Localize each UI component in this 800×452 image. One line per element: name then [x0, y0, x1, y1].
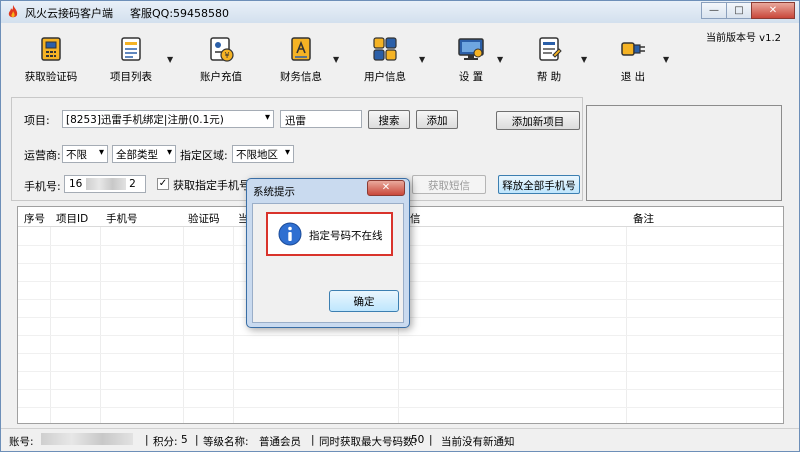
region-label: 指定区域: — [180, 149, 228, 162]
window-controls: — □ ✕ — [701, 2, 795, 19]
toolbar-finance[interactable]: 财务信息 — [261, 35, 341, 84]
project-keyword-input[interactable]: 迅雷 — [280, 110, 362, 128]
finance-dropdown-arrow[interactable]: ▼ — [333, 55, 339, 64]
info-icon — [278, 222, 302, 246]
toolbar-project-list[interactable]: 项目列表 — [91, 35, 171, 84]
dialog-title: 系统提示 — [253, 186, 295, 198]
account-redacted — [41, 433, 133, 445]
get-specific-label: 获取指定手机号 — [173, 179, 250, 192]
project-select[interactable]: [8253]迅雷手机绑定|注册(0.1元) — [62, 110, 274, 128]
notice-text: 当前没有新通知 — [441, 436, 515, 448]
col-remark[interactable]: 备注 — [633, 211, 654, 226]
phone-redacted — [85, 178, 126, 190]
phone-prefix: 16 — [69, 178, 83, 190]
toolbar-exit[interactable]: 退 出 — [593, 35, 673, 84]
add-button[interactable]: 添加 — [416, 110, 458, 129]
version-label: 当前版本号 v1.2 — [706, 33, 781, 44]
col-message[interactable]: 信 — [410, 211, 421, 226]
side-info-panel — [586, 105, 782, 201]
dialog-message-box: 指定号码不在线 — [266, 212, 393, 256]
monitor-settings-icon — [458, 38, 484, 60]
get-specific-checkbox[interactable]: ✓ — [157, 178, 169, 190]
add-new-project-button[interactable]: 添加新项目 — [496, 111, 580, 130]
level-label: 等级名称: — [203, 436, 249, 448]
svg-text:¥: ¥ — [224, 51, 229, 60]
maximize-button[interactable]: □ — [726, 2, 752, 19]
exit-dropdown-arrow[interactable]: ▼ — [663, 55, 669, 64]
carrier-select[interactable]: 不限 — [62, 145, 108, 163]
toolbar-user-info[interactable]: 用户信息 — [345, 35, 425, 84]
status-bar: 账号: | 积分: 5 | 等级名称: 普通会员 | 同时获取最大号码数: 50… — [1, 428, 799, 450]
level-value: 普通会员 — [259, 436, 301, 448]
window-title: 风火云接码客户端 — [25, 7, 113, 20]
toolbar-help[interactable]: 帮 助 — [509, 35, 589, 84]
help-dropdown-arrow[interactable]: ▼ — [581, 55, 587, 64]
dialog-body: 指定号码不在线 确定 — [252, 203, 404, 323]
account-recharge-icon: ¥ — [210, 37, 234, 62]
flame-icon — [8, 5, 18, 18]
list-document-icon — [121, 37, 141, 61]
project-list-dropdown-arrow[interactable]: ▼ — [167, 55, 173, 64]
help-document-icon — [539, 37, 562, 61]
dialog-close-button[interactable]: ✕ — [367, 180, 405, 196]
phone-label: 手机号: — [24, 180, 61, 193]
points-label: 积分: — [153, 436, 178, 448]
points-value: 5 — [181, 434, 188, 446]
minimize-button[interactable]: — — [701, 2, 727, 19]
get-sms-button[interactable]: 获取短信 — [412, 175, 486, 194]
close-button[interactable]: ✕ — [751, 2, 795, 19]
col-code[interactable]: 验证码 — [188, 211, 220, 226]
toolbar-recharge[interactable]: ¥ 账户充值 — [181, 35, 261, 84]
max-numbers-value: 50 — [411, 434, 425, 446]
system-prompt-dialog: 系统提示 ✕ 指定号码不在线 确定 — [246, 178, 410, 328]
toolbar-get-code[interactable]: 获取验证码 — [11, 35, 91, 84]
type-select[interactable]: 全部类型 — [112, 145, 176, 163]
ok-button[interactable]: 确定 — [329, 290, 399, 312]
account-label: 账号: — [9, 436, 34, 448]
exit-plug-icon — [621, 42, 645, 56]
user-info-dropdown-arrow[interactable]: ▼ — [419, 55, 425, 64]
col-index[interactable]: 序号 — [24, 211, 45, 226]
col-phone[interactable]: 手机号 — [106, 211, 138, 226]
sim-card-icon — [41, 37, 61, 61]
service-qq: 客服QQ:59458580 — [130, 7, 230, 20]
carrier-label: 运营商: — [24, 149, 61, 162]
users-icon — [373, 37, 397, 61]
max-numbers-label: 同时获取最大号码数: — [319, 436, 418, 448]
title-bar: 风火云接码客户端 客服QQ:59458580 — □ ✕ — [1, 1, 799, 23]
release-all-button[interactable]: 释放全部手机号 — [498, 175, 580, 194]
phone-input[interactable]: 16 2 — [64, 175, 146, 193]
finance-document-icon — [291, 37, 311, 61]
dialog-message: 指定号码不在线 — [309, 230, 383, 242]
col-project-id[interactable]: 项目ID — [56, 211, 88, 226]
phone-suffix: 2 — [129, 178, 136, 190]
settings-dropdown-arrow[interactable]: ▼ — [497, 55, 503, 64]
main-toolbar: 获取验证码 项目列表 ▼ ¥ 账户充值 财务信息 ▼ 用户信息 ▼ 设 置 ▼ … — [9, 25, 689, 93]
search-button[interactable]: 搜索 — [368, 110, 410, 129]
project-label: 项目: — [24, 114, 50, 127]
region-select[interactable]: 不限地区 — [232, 145, 294, 163]
